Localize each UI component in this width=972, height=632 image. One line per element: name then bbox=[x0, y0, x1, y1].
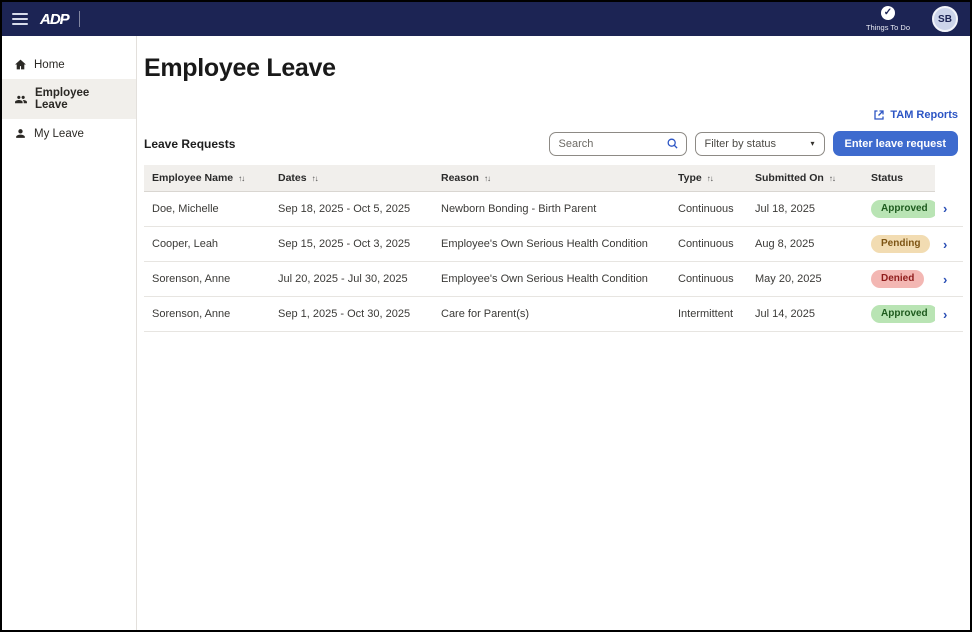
cell-submitted-on: Jul 14, 2025 bbox=[747, 297, 863, 332]
cell-submitted-on: Jul 18, 2025 bbox=[747, 192, 863, 227]
column-header[interactable]: Reason ↑↓ bbox=[433, 165, 670, 192]
table-row[interactable]: Cooper, Leah Sep 15, 2025 - Oct 3, 2025 … bbox=[144, 227, 963, 262]
cell-dates: Sep 1, 2025 - Oct 30, 2025 bbox=[270, 297, 433, 332]
sort-icon[interactable]: ↑↓ bbox=[707, 174, 713, 183]
sidebar-item-my-leave[interactable]: My Leave bbox=[2, 119, 136, 148]
status-badge: Pending bbox=[871, 235, 930, 253]
sort-icon[interactable]: ↑↓ bbox=[312, 174, 318, 183]
table-header-row: Employee Name↑↓Dates↑↓Reason↑↓Type↑↓Subm… bbox=[144, 165, 963, 192]
status-badge: Approved bbox=[871, 200, 935, 218]
column-header-label: Reason bbox=[441, 172, 479, 184]
user-avatar[interactable]: SB bbox=[932, 6, 958, 32]
cell-type: Continuous bbox=[670, 227, 747, 262]
chevron-right-icon[interactable]: › bbox=[943, 307, 947, 322]
things-to-do-button[interactable]: ✓ Things To Do bbox=[866, 6, 910, 32]
column-header-label: Status bbox=[871, 172, 903, 184]
column-header[interactable]: Submitted On ↑↓ bbox=[747, 165, 863, 192]
sidebar-item-label: My Leave bbox=[34, 128, 84, 140]
cell-employee-name: Doe, Michelle bbox=[144, 192, 270, 227]
tam-reports-label: TAM Reports bbox=[890, 109, 958, 121]
topbar-divider bbox=[79, 11, 80, 27]
sort-icon[interactable]: ↑↓ bbox=[484, 174, 490, 183]
home-icon bbox=[14, 58, 27, 71]
cell-type: Continuous bbox=[670, 192, 747, 227]
column-header: Status bbox=[863, 165, 935, 192]
section-title: Leave Requests bbox=[144, 137, 235, 151]
sidebar-item-label: Home bbox=[34, 59, 65, 71]
main-content: Employee Leave TAM Reports Leave Request… bbox=[137, 36, 970, 630]
external-link-icon bbox=[873, 109, 885, 121]
cell-submitted-on: Aug 8, 2025 bbox=[747, 227, 863, 262]
chevron-right-icon[interactable]: › bbox=[943, 237, 947, 252]
leave-table-body: Doe, Michelle Sep 18, 2025 - Oct 5, 2025… bbox=[144, 192, 963, 332]
column-header-label: Employee Name bbox=[152, 172, 233, 184]
leave-requests-table: Employee Name↑↓Dates↑↓Reason↑↓Type↑↓Subm… bbox=[144, 165, 963, 332]
status-badge: Denied bbox=[871, 270, 924, 288]
cell-employee-name: Sorenson, Anne bbox=[144, 297, 270, 332]
cell-dates: Sep 15, 2025 - Oct 3, 2025 bbox=[270, 227, 433, 262]
sort-icon[interactable]: ↑↓ bbox=[829, 174, 835, 183]
cell-dates: Jul 20, 2025 - Jul 30, 2025 bbox=[270, 262, 433, 297]
sidebar-item-employee-leave[interactable]: Employee Leave bbox=[2, 79, 136, 119]
cell-type: Intermittent bbox=[670, 297, 747, 332]
cell-submitted-on: May 20, 2025 bbox=[747, 262, 863, 297]
hamburger-menu-icon[interactable] bbox=[12, 13, 28, 25]
tam-reports-link[interactable]: TAM Reports bbox=[873, 109, 958, 121]
sidebar-item-home[interactable]: Home bbox=[2, 50, 136, 79]
cell-reason: Newborn Bonding - Birth Parent bbox=[433, 192, 670, 227]
sidebar-nav: Home Employee Leave My Leave bbox=[2, 36, 137, 630]
table-row[interactable]: Doe, Michelle Sep 18, 2025 - Oct 5, 2025… bbox=[144, 192, 963, 227]
sort-icon[interactable]: ↑↓ bbox=[238, 174, 244, 183]
things-to-do-label: Things To Do bbox=[866, 23, 910, 32]
column-header-label: Type bbox=[678, 172, 702, 184]
column-header[interactable]: Type ↑↓ bbox=[670, 165, 747, 192]
filter-value: Filter by status bbox=[705, 138, 777, 150]
adp-logo: ADP bbox=[40, 11, 69, 28]
cell-reason: Employee's Own Serious Health Condition bbox=[433, 227, 670, 262]
table-row[interactable]: Sorenson, Anne Sep 1, 2025 - Oct 30, 202… bbox=[144, 297, 963, 332]
cell-employee-name: Cooper, Leah bbox=[144, 227, 270, 262]
page-title: Employee Leave bbox=[144, 54, 958, 83]
cell-reason: Care for Parent(s) bbox=[433, 297, 670, 332]
search-input[interactable] bbox=[549, 132, 687, 156]
cell-type: Continuous bbox=[670, 262, 747, 297]
enter-leave-request-button[interactable]: Enter leave request bbox=[833, 131, 959, 156]
column-header[interactable]: Dates ↑↓ bbox=[270, 165, 433, 192]
app-window: ADP ✓ Things To Do SB Home Employee Leav… bbox=[0, 0, 972, 632]
column-header-label: Submitted On bbox=[755, 172, 824, 184]
chevron-right-icon[interactable]: › bbox=[943, 272, 947, 287]
check-circle-icon: ✓ bbox=[881, 6, 895, 20]
chevron-down-icon: ▾ bbox=[810, 139, 814, 148]
cell-reason: Employee's Own Serious Health Condition bbox=[433, 262, 670, 297]
filter-by-status-dropdown[interactable]: Filter by status ▾ bbox=[695, 132, 825, 156]
cell-employee-name: Sorenson, Anne bbox=[144, 262, 270, 297]
column-header[interactable]: Employee Name ↑↓ bbox=[144, 165, 270, 192]
status-badge: Approved bbox=[871, 305, 935, 323]
top-navbar: ADP ✓ Things To Do SB bbox=[2, 2, 970, 36]
column-header-label: Dates bbox=[278, 172, 307, 184]
people-icon bbox=[14, 93, 28, 106]
chevron-right-icon[interactable]: › bbox=[943, 201, 947, 216]
cell-dates: Sep 18, 2025 - Oct 5, 2025 bbox=[270, 192, 433, 227]
person-icon bbox=[14, 127, 27, 140]
table-row[interactable]: Sorenson, Anne Jul 20, 2025 - Jul 30, 20… bbox=[144, 262, 963, 297]
sidebar-item-label: Employee Leave bbox=[35, 87, 124, 111]
